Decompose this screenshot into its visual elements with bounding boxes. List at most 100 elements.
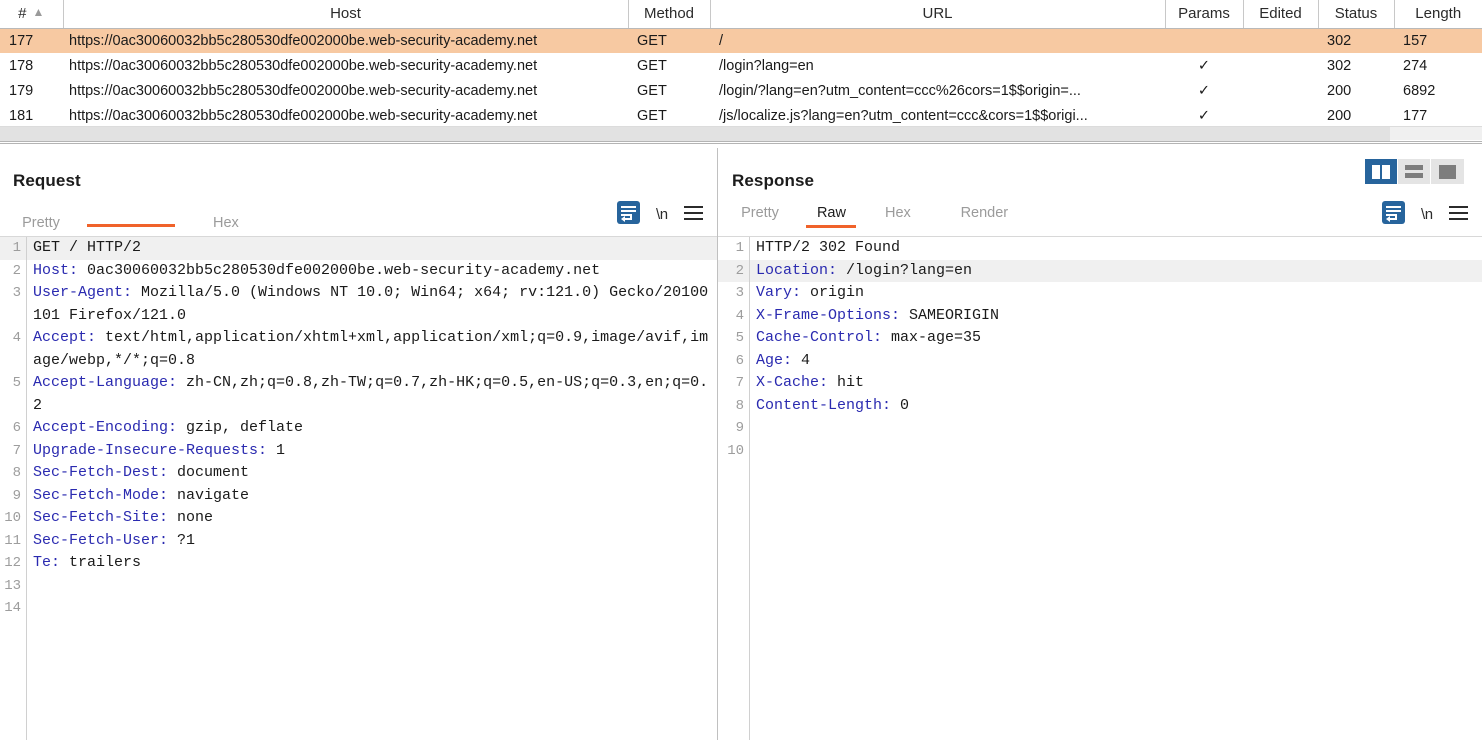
code-line: 11 Sec-Fetch-User: ?1 <box>0 530 717 553</box>
cell-num: 179 <box>0 78 63 103</box>
column-header-method[interactable]: Method <box>628 0 710 28</box>
code-line: 4 X-Frame-Options: SAMEORIGIN <box>718 305 1482 328</box>
tab-request-pretty[interactable]: Pretty <box>13 215 69 238</box>
stacked-layout-button[interactable] <box>1398 159 1431 184</box>
layout-toggle-group <box>1365 159 1464 184</box>
cell-host: https://0ac30060032bb5c280530dfe002000be… <box>63 28 628 53</box>
tab-response-pretty[interactable]: Pretty <box>732 205 788 228</box>
column-header-edited-label: Edited <box>1259 5 1302 22</box>
cell-method: GET <box>628 103 710 128</box>
cell-url: /js/localize.js?lang=en?utm_content=ccc&… <box>710 103 1165 128</box>
tab-response-render[interactable]: Render <box>947 205 1021 228</box>
response-editor[interactable]: 1 HTTP/2 302 Found 2 Location: /login?la… <box>718 236 1482 740</box>
request-editor[interactable]: 1 GET / HTTP/2 2 Host: 0ac30060032bb5c28… <box>0 236 717 740</box>
line-number: 2 <box>718 260 750 283</box>
code-line: 9 <box>718 417 1482 440</box>
code-header-name: Content-Length: <box>756 397 891 414</box>
column-header-edited[interactable]: Edited <box>1243 0 1318 28</box>
tab-response-render-label: Render <box>961 205 1009 221</box>
column-header-length[interactable]: Length <box>1394 0 1482 28</box>
history-horizontal-scrollbar[interactable] <box>0 126 1482 140</box>
gutter-filler <box>718 462 750 740</box>
code-line: 1 GET / HTTP/2 <box>0 237 717 260</box>
column-header-status[interactable]: Status <box>1318 0 1394 28</box>
cell-params <box>1165 28 1243 53</box>
cell-host: https://0ac30060032bb5c280530dfe002000be… <box>63 53 628 78</box>
column-header-params-label: Params <box>1178 5 1230 22</box>
hamburger-menu-icon[interactable] <box>684 206 703 225</box>
line-number: 12 <box>0 552 27 575</box>
code-line: 3 User-Agent: Mozilla/5.0 (Windows NT 10… <box>0 282 717 327</box>
editor-empty-area[interactable] <box>718 462 1482 740</box>
column-header-host-label: Host <box>330 5 361 22</box>
request-panel: Request Pretty Raw Hex \n 1 GET / HTTP/2 <box>0 148 717 740</box>
table-row[interactable]: 178 https://0ac30060032bb5c280530dfe0020… <box>0 53 1482 78</box>
table-row[interactable]: 177 https://0ac30060032bb5c280530dfe0020… <box>0 28 1482 53</box>
cell-length: 274 <box>1394 53 1482 78</box>
code-line: 6 Age: 4 <box>718 350 1482 373</box>
code-line: 12 Te: trailers <box>0 552 717 575</box>
code-line: 1 HTTP/2 302 Found <box>718 237 1482 260</box>
column-header-num[interactable]: #▲ <box>0 0 63 28</box>
hamburger-menu-icon[interactable] <box>1449 206 1468 225</box>
gutter-filler <box>0 620 27 740</box>
code-header-value: hit <box>828 374 864 391</box>
code-line: 9 Sec-Fetch-Mode: navigate <box>0 485 717 508</box>
tab-response-raw[interactable]: Raw <box>806 205 856 228</box>
single-pane-layout-button[interactable] <box>1431 159 1464 184</box>
code-line: 7 Upgrade-Insecure-Requests: 1 <box>0 440 717 463</box>
code-header-name: Te: <box>33 554 60 571</box>
code-header-value: GET / HTTP/2 <box>33 239 141 256</box>
cell-length: 157 <box>1394 28 1482 53</box>
code-line: 4 Accept: text/html,application/xhtml+xm… <box>0 327 717 372</box>
column-header-host[interactable]: Host <box>63 0 628 28</box>
column-header-url[interactable]: URL <box>710 0 1165 28</box>
table-header-row: #▲ Host Method URL Params Edited Status … <box>0 0 1482 28</box>
column-header-length-label: Length <box>1415 5 1461 22</box>
cell-num: 177 <box>0 28 63 53</box>
tab-request-raw[interactable]: Raw <box>87 204 175 227</box>
code-header-name: Age: <box>756 352 792 369</box>
code-header-value: navigate <box>168 487 249 504</box>
code-header-name: Host: <box>33 262 78 279</box>
tab-request-hex[interactable]: Hex <box>201 215 251 238</box>
history-scrollbar-thumb[interactable] <box>0 127 1390 141</box>
stacked-layout-icon <box>1405 165 1423 178</box>
word-wrap-icon[interactable] <box>1382 201 1405 229</box>
editor-empty-area[interactable] <box>0 620 717 740</box>
code-header-value: trailers <box>60 554 141 571</box>
code-header-value: document <box>168 464 249 481</box>
tab-response-raw-label: Raw <box>817 205 846 221</box>
line-number: 1 <box>0 237 27 260</box>
cell-method: GET <box>628 78 710 103</box>
code-header-value: HTTP/2 302 Found <box>756 239 900 256</box>
response-panel: Response Pretty Raw Hex Render <box>718 148 1482 740</box>
code-header-name: Accept: <box>33 329 96 346</box>
table-row[interactable]: 179 https://0ac30060032bb5c280530dfe0020… <box>0 78 1482 103</box>
tab-response-hex[interactable]: Hex <box>873 205 923 228</box>
line-number: 11 <box>0 530 27 553</box>
newline-toggle[interactable]: \n <box>656 206 668 223</box>
newline-toggle[interactable]: \n <box>1421 206 1433 223</box>
pane-divider[interactable] <box>0 141 1482 144</box>
cell-status: 200 <box>1318 103 1394 128</box>
code-header-value: SAMEORIGIN <box>900 307 999 324</box>
cell-method: GET <box>628 28 710 53</box>
side-by-side-layout-button[interactable] <box>1365 159 1398 184</box>
code-header-value: 0ac30060032bb5c280530dfe002000be.web-sec… <box>78 262 600 279</box>
line-number: 13 <box>0 575 27 598</box>
column-header-params[interactable]: Params <box>1165 0 1243 28</box>
code-header-name: Sec-Fetch-Dest: <box>33 464 168 481</box>
request-panel-title: Request <box>13 171 81 191</box>
cell-num: 181 <box>0 103 63 128</box>
code-header-name: X-Frame-Options: <box>756 307 900 324</box>
code-header-name: X-Cache: <box>756 374 828 391</box>
http-history-pane: #▲ Host Method URL Params Edited Status … <box>0 0 1482 148</box>
cell-url: /login/?lang=en?utm_content=ccc%26cors=1… <box>710 78 1165 103</box>
word-wrap-icon[interactable] <box>617 201 640 229</box>
table-row[interactable]: 181 https://0ac30060032bb5c280530dfe0020… <box>0 103 1482 128</box>
cell-params: ✓ <box>1165 53 1243 78</box>
cell-status: 302 <box>1318 53 1394 78</box>
tab-response-hex-label: Hex <box>885 205 911 221</box>
line-number: 6 <box>718 350 750 373</box>
